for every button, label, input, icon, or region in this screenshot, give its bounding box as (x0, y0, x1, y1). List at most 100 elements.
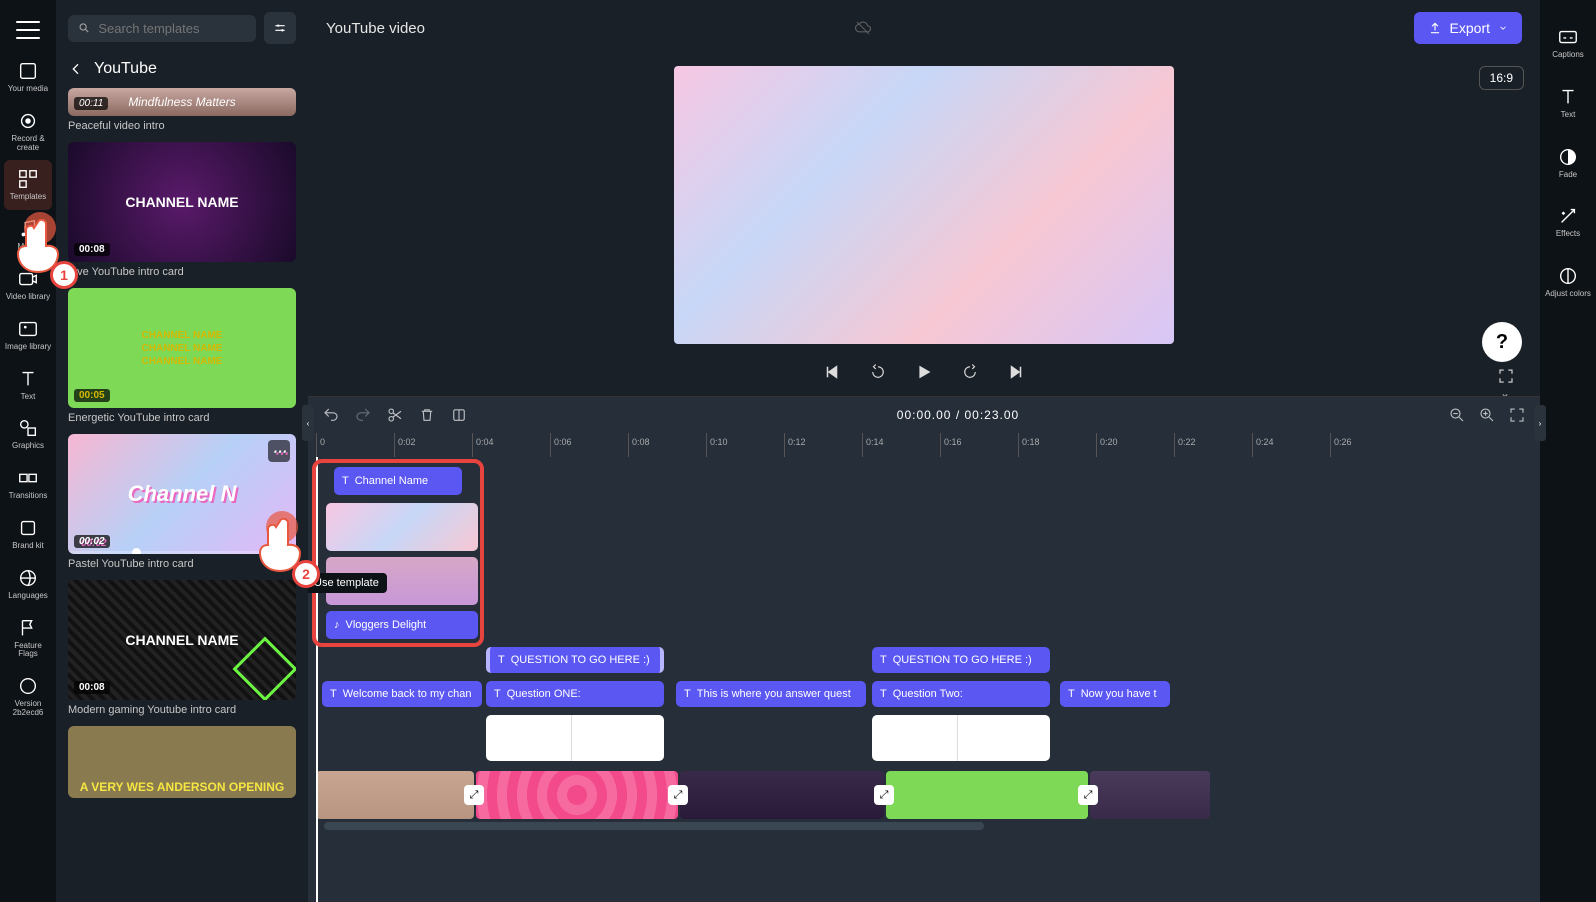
media-clip[interactable] (486, 715, 664, 761)
nav-transitions[interactable]: Transitions (4, 459, 52, 509)
ruler-tick: 0:06 (550, 433, 572, 457)
effects-tab[interactable]: Effects (1544, 195, 1592, 249)
video-segment[interactable]: ⤢ (476, 771, 678, 819)
text-icon: T (1068, 688, 1075, 700)
export-button[interactable]: Export (1414, 12, 1522, 44)
skip-back-button[interactable] (818, 358, 846, 386)
skip-forward-button[interactable] (1002, 358, 1030, 386)
video-segment[interactable]: ⤢ (680, 771, 884, 819)
timeline: ‹ › 00:00.00 / 00:23.00 00:020:040:060:0… (308, 396, 1540, 902)
scissors-icon[interactable] (386, 406, 404, 424)
text-clip[interactable]: TQuestion Two: (872, 681, 1050, 707)
transition-icon[interactable]: ⤢ (1078, 785, 1098, 805)
template-card[interactable]: Mindfulness Matters00:11 Peaceful video … (68, 88, 296, 132)
text-tab[interactable]: Text (1544, 76, 1592, 130)
template-more-icon[interactable]: ⋯ (268, 440, 290, 462)
media-clip[interactable] (872, 715, 1050, 761)
zoom-fit-icon[interactable] (1508, 406, 1526, 424)
text-clip[interactable]: TNow you have t (1060, 681, 1170, 707)
trash-icon[interactable] (418, 406, 436, 424)
video-segment[interactable] (1090, 771, 1210, 819)
templates-list[interactable]: Mindfulness Matters00:11 Peaceful video … (56, 88, 308, 902)
template-card[interactable]: A VERY WES ANDERSON OPENING (68, 726, 296, 798)
left-nav-rail: Your media Record & create Templates Mus… (0, 0, 56, 902)
template-card[interactable]: CHANNEL NAMECHANNEL NAMECHANNEL NAME00:0… (68, 288, 296, 424)
text-icon: T (684, 688, 691, 700)
ruler-tick: 0:24 (1252, 433, 1274, 457)
chevron-down-icon (1498, 23, 1508, 33)
nav-templates[interactable]: Templates (4, 160, 52, 210)
topbar: Export (308, 0, 1540, 56)
nav-text[interactable]: Text (4, 360, 52, 410)
overlay-clip[interactable] (326, 557, 478, 605)
project-title-input[interactable] (326, 20, 840, 37)
template-card-active[interactable]: Channel N00:02 ⋯ Pastel YouTube intro ca… (68, 434, 296, 570)
nav-music[interactable]: Music (4, 210, 52, 260)
adjust-colors-tab[interactable]: Adjust colors (1544, 255, 1592, 309)
help-button[interactable]: ? (1482, 322, 1522, 362)
nav-version[interactable]: Version 2b2ecd6 (4, 667, 52, 726)
timeline-scrollbar[interactable] (316, 819, 1532, 833)
right-properties-rail: Captions Text Fade Effects Adjust colors (1540, 0, 1596, 902)
playhead[interactable] (316, 457, 318, 902)
text-icon: T (494, 688, 501, 700)
nav-record-create[interactable]: Record & create (4, 102, 52, 161)
transition-icon[interactable]: ⤢ (464, 785, 484, 805)
preview-canvas[interactable] (674, 66, 1174, 344)
preview-area: 16:9 ? ⌄ (308, 56, 1540, 396)
nav-languages[interactable]: Languages (4, 559, 52, 609)
text-clip[interactable]: TChannel Name (334, 467, 462, 495)
filter-button[interactable] (264, 12, 296, 44)
text-clip[interactable]: TWelcome back to my chan (322, 681, 482, 707)
transition-icon[interactable]: ⤢ (874, 785, 894, 805)
step-back-button[interactable] (864, 358, 892, 386)
back-arrow-icon[interactable] (68, 61, 84, 77)
nav-graphics[interactable]: Graphics (4, 409, 52, 459)
template-card[interactable]: CHANNEL NAME00:08 Modern gaming Youtube … (68, 580, 296, 716)
step-forward-button[interactable] (956, 358, 984, 386)
ruler-tick: 0:26 (1330, 433, 1352, 457)
nav-brand-kit[interactable]: Brand kit (4, 509, 52, 559)
timeline-ruler[interactable]: 00:020:040:060:080:100:120:140:160:180:2… (308, 433, 1540, 457)
nav-image-library[interactable]: Image library (4, 310, 52, 360)
text-icon: T (342, 475, 349, 487)
aspect-ratio-badge[interactable]: 16:9 (1479, 66, 1524, 90)
effects-icon (1557, 205, 1579, 227)
nav-your-media[interactable]: Your media (4, 52, 52, 102)
video-clip[interactable] (326, 503, 478, 551)
hamburger-menu-icon[interactable] (16, 18, 40, 42)
video-segment[interactable]: ⤢ (886, 771, 1088, 819)
captions-tab[interactable]: Captions (1544, 16, 1592, 70)
text-clip[interactable]: TQUESTION TO GO HERE :) (872, 647, 1050, 673)
text-icon: T (498, 654, 505, 666)
cloud-sync-icon (854, 19, 872, 37)
upload-icon (1428, 21, 1442, 35)
ruler-tick: 0 (316, 433, 325, 457)
ruler-tick: 0:08 (628, 433, 650, 457)
nav-video-library[interactable]: Video library (4, 260, 52, 310)
redo-icon[interactable] (354, 406, 372, 424)
play-button[interactable] (910, 358, 938, 386)
template-card[interactable]: CHANNEL NAME00:08 ...ve YouTube intro ca… (68, 142, 296, 278)
split-icon[interactable] (450, 406, 468, 424)
main-area: Export 16:9 ? ⌄ ‹ › 00:00.00 / 00:23.00 (308, 0, 1540, 902)
ruler-tick: 0:18 (1018, 433, 1040, 457)
templates-side-panel: YouTube Mindfulness Matters00:11 Peacefu… (56, 0, 308, 902)
ruler-tick: 0:14 (862, 433, 884, 457)
audio-clip[interactable]: ♪Vloggers Delight (326, 611, 478, 639)
video-track[interactable]: ⤢⤢⤢⤢ (316, 771, 1532, 819)
zoom-out-icon[interactable] (1448, 406, 1466, 424)
search-templates-input[interactable] (68, 15, 256, 42)
text-clip[interactable]: TThis is where you answer quest (676, 681, 866, 707)
breadcrumb: YouTube (56, 56, 308, 88)
text-clip[interactable]: TQUESTION TO GO HERE :) (486, 647, 664, 673)
zoom-in-icon[interactable] (1478, 406, 1496, 424)
transition-icon[interactable]: ⤢ (668, 785, 688, 805)
undo-icon[interactable] (322, 406, 340, 424)
ruler-tick: 0:12 (784, 433, 806, 457)
nav-feature-flags[interactable]: Feature Flags (4, 609, 52, 668)
text-clip[interactable]: TQuestion ONE: (486, 681, 664, 707)
fade-tab[interactable]: Fade (1544, 136, 1592, 190)
timeline-tracks[interactable]: Use template TChannel Name ♪Vloggers Del… (308, 457, 1540, 902)
video-segment[interactable]: ⤢ (316, 771, 474, 819)
